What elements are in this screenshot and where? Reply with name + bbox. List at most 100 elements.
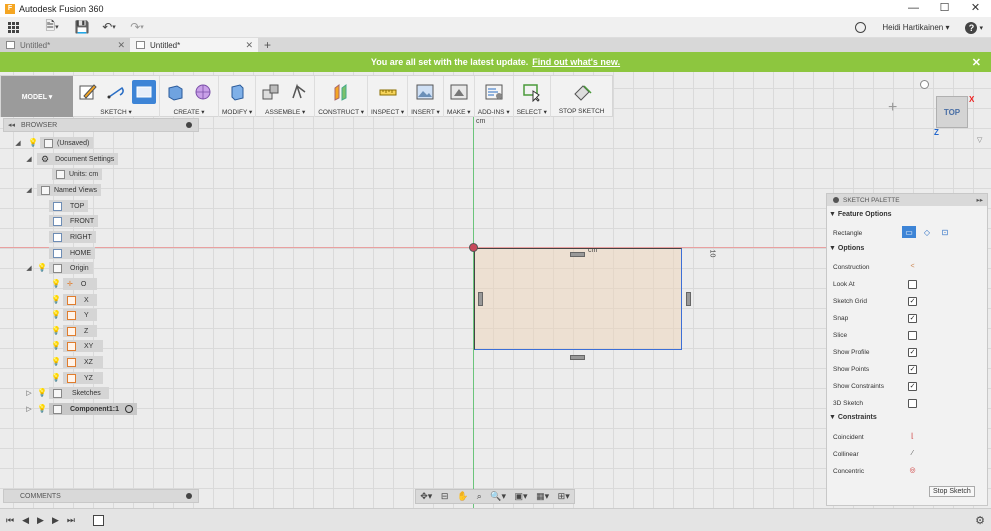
job-status-clock-icon[interactable] bbox=[855, 22, 867, 33]
construct-menu[interactable]: CONSTRUCT ▾ bbox=[318, 108, 364, 116]
snap-checkbox[interactable]: ✓ bbox=[908, 313, 917, 323]
go-to-end-icon[interactable]: ⏭ bbox=[67, 515, 75, 526]
viewports-icon[interactable]: ⊞▾ bbox=[558, 491, 570, 502]
insert-menu[interactable]: INSERT ▾ bbox=[411, 108, 440, 116]
tree-node-sketches[interactable]: ▷ 💡 Sketches bbox=[25, 387, 109, 399]
visibility-bulb-icon[interactable]: 💡 bbox=[51, 373, 61, 383]
tree-node-origin-o[interactable]: 💡 ✛ O bbox=[51, 278, 97, 290]
new-component-icon[interactable] bbox=[259, 80, 283, 104]
whats-new-link[interactable]: Find out what's new. bbox=[532, 57, 620, 67]
data-panel-grid-icon[interactable] bbox=[8, 21, 19, 33]
save-icon[interactable]: 💾 bbox=[73, 17, 91, 38]
stop-sketch-button[interactable]: STOP SKETCH bbox=[559, 108, 605, 115]
tree-node-view-home[interactable]: HOME bbox=[49, 247, 95, 259]
collapse-browser-icon[interactable]: ◂◂ bbox=[8, 121, 15, 129]
create-sketch-icon[interactable] bbox=[76, 80, 100, 104]
rectangle-tool-icon[interactable] bbox=[132, 79, 156, 104]
timeline-sketch-feature-icon[interactable] bbox=[92, 514, 104, 526]
fit-zoom-icon[interactable]: 🔍▾ bbox=[490, 491, 506, 502]
tree-node-component[interactable]: ▷ 💡 Component1:1 bbox=[25, 403, 137, 415]
home-view-icon[interactable] bbox=[920, 80, 929, 89]
feature-options-section[interactable]: ▼ Feature Options bbox=[829, 211, 892, 218]
concentric-icon[interactable]: ◎ bbox=[908, 467, 917, 476]
activate-radio-icon[interactable] bbox=[125, 405, 133, 413]
addins-menu[interactable]: ADD-INS ▾ bbox=[478, 108, 510, 116]
step-back-icon[interactable]: ◀ bbox=[22, 515, 29, 526]
user-menu[interactable]: Heidi Hartikainen ▾ bbox=[882, 23, 949, 32]
expand-icon[interactable]: ◢ bbox=[25, 186, 33, 194]
visibility-bulb-icon[interactable]: 💡 bbox=[37, 388, 47, 398]
constraints-section[interactable]: ▼ Constraints bbox=[829, 414, 877, 421]
rectangle-edge-handle-bottom[interactable] bbox=[570, 355, 585, 360]
press-pull-icon[interactable] bbox=[225, 80, 249, 104]
select-icon[interactable] bbox=[520, 80, 544, 104]
rectangle-edge-handle-left[interactable] bbox=[478, 292, 483, 306]
tree-node-plane-xz[interactable]: 💡 XZ bbox=[51, 356, 103, 368]
tab-untitled-1[interactable]: Untitled* ✕ bbox=[0, 38, 130, 52]
file-menu-icon[interactable]: 🗎 ▾ bbox=[37, 17, 67, 38]
expand-icon[interactable]: ▷ bbox=[25, 389, 33, 397]
form-sphere-icon[interactable] bbox=[191, 80, 215, 104]
tree-node-view-front[interactable]: FRONT bbox=[49, 215, 99, 227]
sketch-rectangle[interactable] bbox=[474, 248, 682, 350]
tree-node-named-views[interactable]: ◢ Named Views bbox=[25, 184, 102, 196]
palette-options-icon[interactable] bbox=[833, 197, 839, 203]
banner-close-icon[interactable]: ✕ bbox=[972, 56, 981, 69]
grid-settings-icon[interactable]: ▦▾ bbox=[536, 491, 549, 502]
viewcube-menu-icon[interactable]: ▽ bbox=[977, 136, 982, 144]
workspace-switcher[interactable]: MODEL ▾ bbox=[1, 76, 73, 117]
browser-panel-header[interactable]: ◂◂ BROWSER bbox=[3, 118, 199, 132]
tree-node-axis-y[interactable]: 💡 Y bbox=[51, 309, 97, 321]
joint-icon[interactable] bbox=[287, 80, 311, 104]
expand-palette-icon[interactable]: ▸▸ bbox=[976, 196, 983, 204]
insert-image-icon[interactable] bbox=[413, 80, 437, 104]
expand-icon[interactable]: ▷ bbox=[25, 405, 33, 413]
tree-node-axis-x[interactable]: 💡 X bbox=[51, 294, 97, 306]
browser-options-icon[interactable] bbox=[186, 122, 192, 128]
visibility-bulb-icon[interactable]: 💡 bbox=[51, 310, 61, 320]
visibility-bulb-icon[interactable]: 💡 bbox=[51, 341, 61, 351]
expand-icon[interactable]: ◢ bbox=[25, 264, 33, 272]
tree-node-view-top[interactable]: TOP bbox=[49, 200, 89, 212]
stop-sketch-palette-button[interactable]: Stop Sketch bbox=[929, 486, 975, 497]
tree-node-units[interactable]: Units: cm bbox=[52, 168, 103, 180]
3d-sketch-checkbox[interactable] bbox=[908, 398, 917, 408]
sketch-origin-point[interactable] bbox=[469, 243, 478, 252]
undo-icon[interactable]: ↶ ▾ bbox=[97, 17, 121, 38]
sketch-menu[interactable]: SKETCH ▾ bbox=[100, 108, 131, 116]
new-tab-plus-icon[interactable]: + bbox=[258, 38, 277, 52]
center-rectangle-icon[interactable]: ⊡ bbox=[938, 226, 952, 238]
close-tab-icon[interactable]: ✕ bbox=[245, 40, 253, 51]
display-settings-icon[interactable]: ▣▾ bbox=[515, 491, 528, 502]
create-menu[interactable]: CREATE ▾ bbox=[174, 108, 205, 116]
scripts-addins-icon[interactable] bbox=[482, 80, 506, 104]
three-point-rectangle-icon[interactable]: ◇ bbox=[920, 226, 934, 238]
viewcube[interactable]: TOP bbox=[936, 96, 968, 128]
redo-icon[interactable]: ↷ ▾ bbox=[125, 17, 149, 38]
inspect-menu[interactable]: INSPECT ▾ bbox=[371, 108, 404, 116]
expand-icon[interactable]: ◢ bbox=[14, 139, 22, 147]
tree-node-origin[interactable]: ◢ 💡 Origin bbox=[25, 262, 93, 274]
look-at-nav-icon[interactable]: ⊟ bbox=[441, 491, 449, 502]
offset-plane-icon[interactable] bbox=[329, 80, 353, 104]
select-menu[interactable]: SELECT ▾ bbox=[517, 108, 547, 116]
make-menu[interactable]: MAKE ▾ bbox=[447, 108, 471, 116]
extrude-icon[interactable] bbox=[163, 80, 187, 104]
visibility-bulb-icon[interactable]: 💡 bbox=[37, 404, 47, 414]
tree-node-root[interactable]: ◢ 💡 (Unsaved) bbox=[14, 137, 94, 149]
minimize-button[interactable]: — bbox=[898, 0, 929, 17]
orbit-icon[interactable]: ✥▾ bbox=[420, 491, 432, 502]
close-window-button[interactable]: ✕ bbox=[960, 0, 991, 17]
visibility-bulb-icon[interactable]: 💡 bbox=[51, 326, 61, 336]
collinear-icon[interactable]: ⁄ bbox=[908, 450, 917, 459]
step-forward-icon[interactable]: ▶ bbox=[52, 515, 59, 526]
tree-node-plane-yz[interactable]: 💡 YZ bbox=[51, 372, 103, 384]
coincident-icon[interactable]: ⌊ bbox=[908, 433, 917, 442]
look-at-icon[interactable] bbox=[908, 279, 917, 289]
3d-print-icon[interactable] bbox=[447, 80, 471, 104]
show-constraints-checkbox[interactable]: ✓ bbox=[908, 381, 917, 391]
tree-node-plane-xy[interactable]: 💡 XY bbox=[51, 340, 103, 352]
show-points-checkbox[interactable]: ✓ bbox=[908, 364, 917, 374]
visibility-bulb-icon[interactable]: 💡 bbox=[51, 357, 61, 367]
comments-panel-header[interactable]: COMMENTS bbox=[3, 489, 199, 503]
